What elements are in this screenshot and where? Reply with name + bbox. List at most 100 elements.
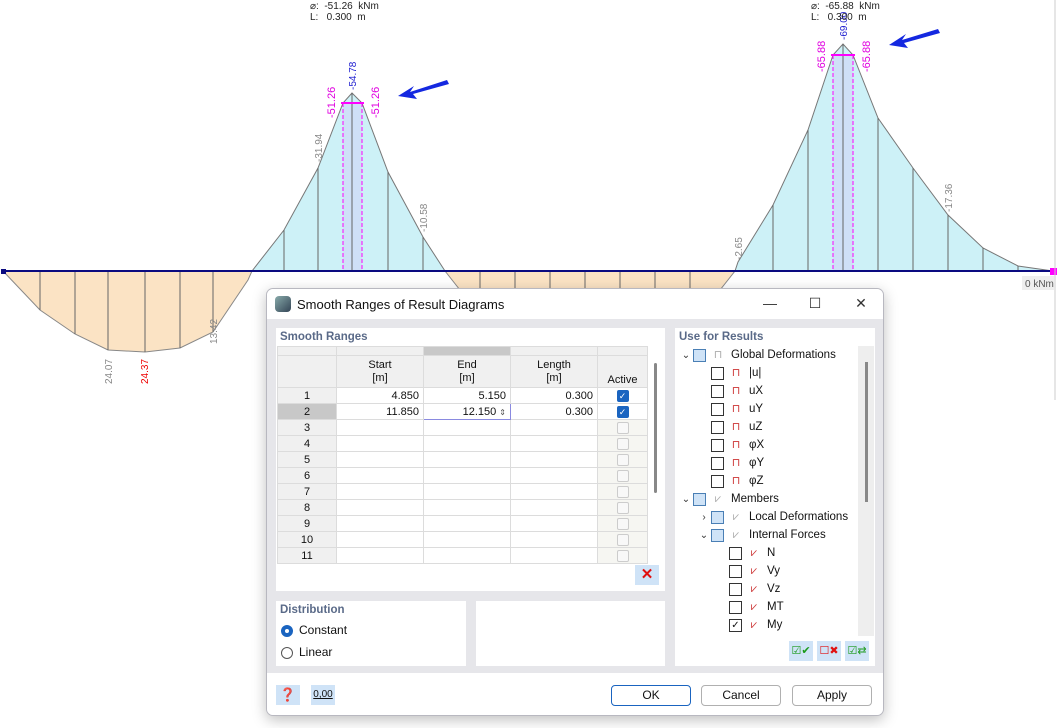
active-checkbox[interactable] — [616, 549, 629, 562]
tree-item[interactable]: ⌄ ⊓ Global Deformations — [675, 346, 857, 364]
table-scrollbar[interactable] — [654, 363, 657, 493]
length-cell[interactable] — [510, 419, 598, 436]
row-number[interactable]: 6 — [277, 467, 337, 484]
tree-checkbox[interactable] — [693, 492, 706, 506]
radio-linear[interactable]: Linear — [276, 641, 466, 663]
row-number[interactable]: 7 — [277, 483, 337, 500]
close-icon[interactable]: ✕ — [851, 295, 871, 313]
length-cell[interactable] — [510, 547, 598, 564]
tree-checkbox[interactable]: ✓ — [729, 618, 742, 632]
tree-checkbox[interactable] — [711, 438, 724, 452]
tree-item[interactable]: ⊓ φX — [675, 436, 857, 454]
tree-item[interactable]: ⊓ |u| — [675, 364, 857, 382]
table-row[interactable]: 6 — [277, 467, 648, 484]
row-number[interactable]: 9 — [277, 515, 337, 532]
cancel-button[interactable]: Cancel — [701, 685, 781, 706]
number-format-button[interactable]: 0,00 — [311, 685, 335, 705]
length-cell[interactable] — [510, 531, 598, 548]
end-cell[interactable] — [423, 547, 511, 564]
tree-item[interactable]: ⊓ uX — [675, 382, 857, 400]
active-cell[interactable] — [597, 419, 648, 436]
tree-checkbox[interactable] — [711, 402, 724, 416]
tree-item[interactable]: ⊓ uY — [675, 400, 857, 418]
length-cell[interactable] — [510, 451, 598, 468]
end-cell[interactable] — [423, 435, 511, 452]
tree-checkbox[interactable] — [729, 546, 742, 560]
tree-checkbox[interactable] — [711, 420, 724, 434]
start-cell[interactable] — [336, 435, 424, 452]
tree-checkbox[interactable] — [711, 510, 724, 524]
start-cell[interactable] — [336, 547, 424, 564]
table-row[interactable]: 7 — [277, 483, 648, 500]
table-row[interactable]: 2 11.850 12.150 ⇕ 0.300 ✓ — [277, 403, 648, 420]
delete-row-button[interactable]: ✕ — [635, 565, 659, 585]
start-cell[interactable] — [336, 531, 424, 548]
length-cell[interactable] — [510, 499, 598, 516]
row-number[interactable]: 8 — [277, 499, 337, 516]
invert-selection-button[interactable]: ☑⇄ — [845, 641, 869, 661]
tree-checkbox[interactable] — [711, 528, 724, 542]
radio-button[interactable] — [281, 646, 293, 659]
tree-checkbox[interactable] — [693, 348, 706, 362]
expand-icon[interactable]: ⌄ — [679, 350, 693, 361]
expand-icon[interactable]: ⌄ — [679, 494, 693, 505]
active-cell[interactable] — [597, 531, 648, 548]
active-checkbox[interactable] — [616, 437, 629, 450]
start-cell[interactable] — [336, 467, 424, 484]
help-icon[interactable]: ❓ — [276, 685, 300, 705]
table-row[interactable]: 5 — [277, 451, 648, 468]
tree-checkbox[interactable] — [729, 600, 742, 614]
tree-checkbox[interactable] — [711, 456, 724, 470]
length-cell[interactable]: 0.300 — [510, 403, 598, 420]
tree-item[interactable]: › ⩗ Local Deformations — [675, 508, 857, 526]
end-cell[interactable] — [423, 531, 511, 548]
row-number[interactable]: 4 — [277, 435, 337, 452]
active-checkbox[interactable]: ✓ — [616, 405, 629, 418]
active-checkbox[interactable] — [616, 469, 629, 482]
active-cell[interactable]: ✓ — [597, 403, 648, 420]
table-row[interactable]: 11 — [277, 547, 648, 564]
start-cell[interactable]: 11.850 — [336, 403, 424, 420]
active-cell[interactable] — [597, 451, 648, 468]
end-cell[interactable] — [423, 419, 511, 436]
table-row[interactable]: 10 — [277, 531, 648, 548]
active-checkbox[interactable]: ✓ — [616, 389, 629, 402]
radio-constant[interactable]: Constant — [276, 619, 466, 641]
end-cell[interactable] — [423, 467, 511, 484]
length-cell[interactable] — [510, 435, 598, 452]
active-checkbox[interactable] — [616, 453, 629, 466]
end-cell[interactable] — [423, 515, 511, 532]
length-cell[interactable]: 0.300 — [510, 387, 598, 404]
end-cell[interactable]: 12.150 ⇕ — [423, 403, 511, 420]
row-number[interactable]: 11 — [277, 547, 337, 564]
start-cell[interactable] — [336, 451, 424, 468]
table-row[interactable]: 8 — [277, 499, 648, 516]
active-checkbox[interactable] — [616, 421, 629, 434]
column-header-end[interactable]: End [m] — [423, 355, 511, 388]
row-number[interactable]: 2 — [277, 403, 337, 420]
active-cell[interactable] — [597, 435, 648, 452]
end-cell[interactable] — [423, 499, 511, 516]
start-cell[interactable]: 4.850 — [336, 387, 424, 404]
tree-item[interactable]: ⌄ ⩗ Internal Forces — [675, 526, 857, 544]
length-cell[interactable] — [510, 483, 598, 500]
tree-checkbox[interactable] — [729, 582, 742, 596]
row-number[interactable]: 10 — [277, 531, 337, 548]
column-header-active[interactable]: Active — [597, 355, 648, 388]
tree-item[interactable]: ⊓ uZ — [675, 418, 857, 436]
tree-item[interactable]: ⊓ φY — [675, 454, 857, 472]
active-cell[interactable] — [597, 483, 648, 500]
row-number[interactable]: 5 — [277, 451, 337, 468]
start-cell[interactable] — [336, 419, 424, 436]
active-cell[interactable] — [597, 515, 648, 532]
active-cell[interactable]: ✓ — [597, 387, 648, 404]
radio-button[interactable] — [281, 624, 293, 637]
tree-checkbox[interactable] — [711, 384, 724, 398]
tree-checkbox[interactable] — [711, 366, 724, 380]
tree-item[interactable]: ✓ ⩗ My — [675, 616, 857, 634]
active-cell[interactable] — [597, 467, 648, 484]
column-header-length[interactable]: Length [m] — [510, 355, 598, 388]
deselect-all-button[interactable]: ☐✖ — [817, 641, 841, 661]
active-cell[interactable] — [597, 547, 648, 564]
tree-item[interactable]: ⩗ Vz — [675, 580, 857, 598]
